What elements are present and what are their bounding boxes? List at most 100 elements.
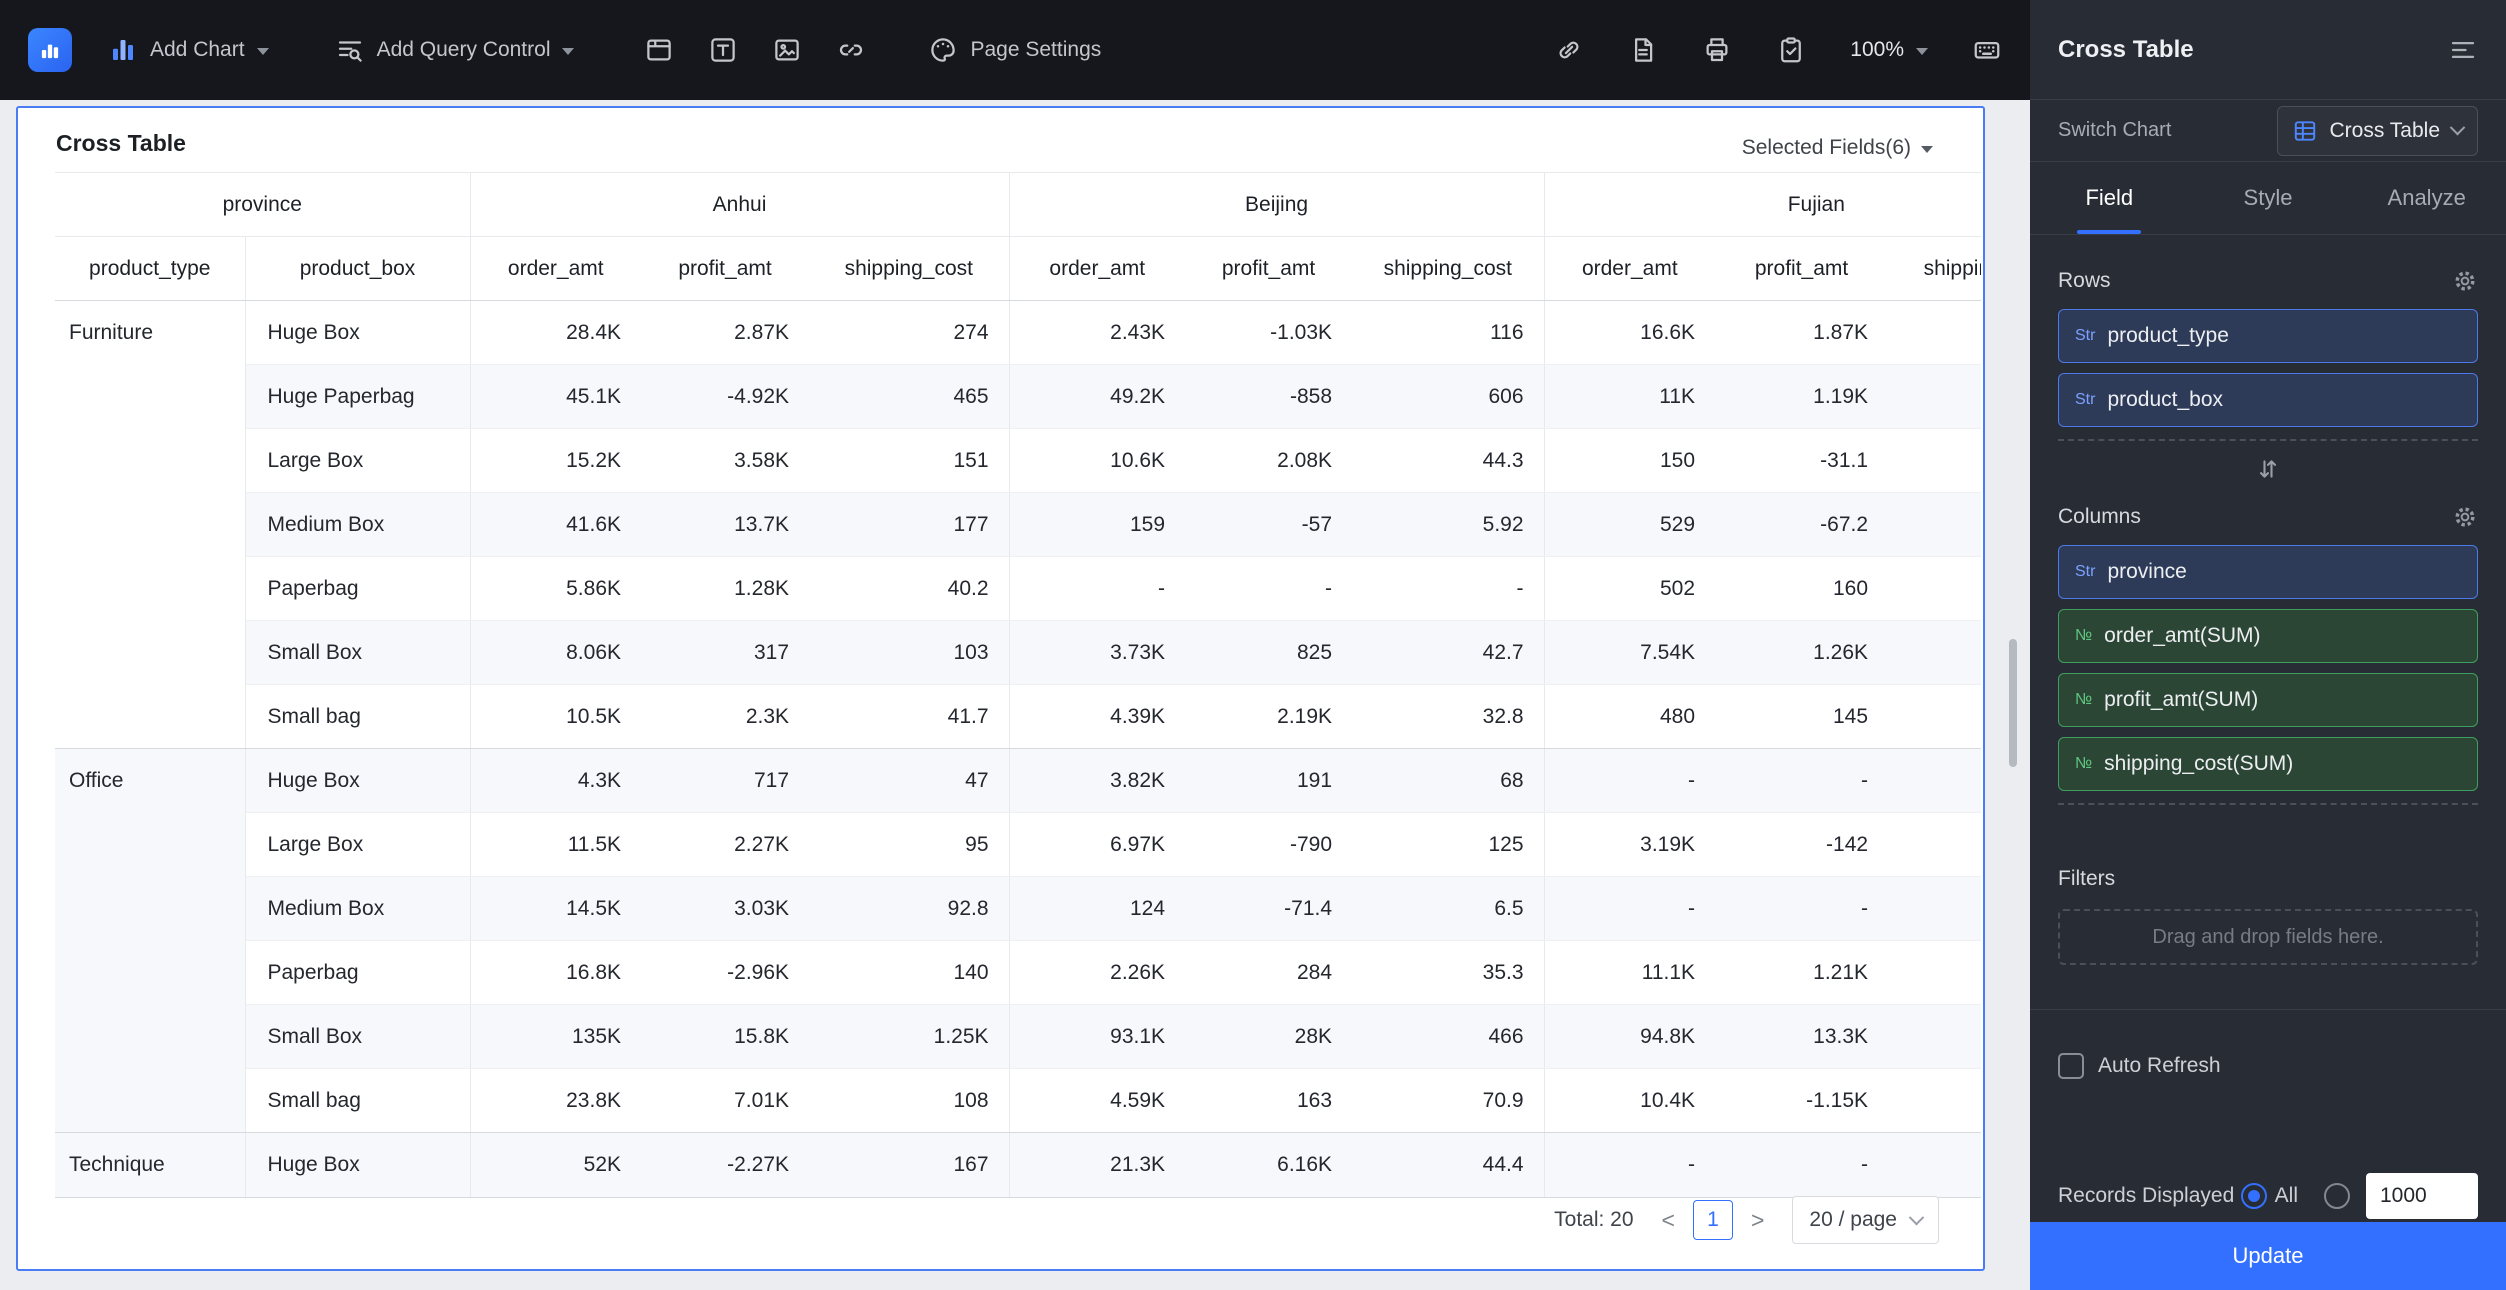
gear-icon[interactable] bbox=[2452, 268, 2478, 294]
data-cell: 150 bbox=[1544, 428, 1716, 493]
data-cell: 41.6K bbox=[470, 492, 642, 557]
caret-down-icon bbox=[256, 48, 269, 55]
records-all-radio[interactable] bbox=[2240, 1183, 2267, 1209]
add-query-control-button[interactable]: Add Query Control bbox=[335, 35, 575, 65]
data-cell: 529 bbox=[1544, 492, 1716, 557]
tab-field[interactable]: Field bbox=[2030, 162, 2189, 234]
pagination-next[interactable]: > bbox=[1751, 1207, 1764, 1234]
panel-title: Cross Table bbox=[2058, 35, 2194, 63]
cell-product-box: Paperbag bbox=[245, 556, 471, 621]
data-cell: 68 bbox=[1352, 748, 1545, 813]
data-cell: 6.97K bbox=[1009, 812, 1186, 877]
frame-widget-icon[interactable] bbox=[644, 35, 674, 65]
rows-drop-slot[interactable] bbox=[2058, 439, 2478, 441]
data-cell: 159 bbox=[1009, 492, 1186, 557]
document-icon[interactable] bbox=[1628, 35, 1658, 65]
data-cell: -790 bbox=[1185, 812, 1353, 877]
data-cell bbox=[1888, 620, 1981, 685]
data-cell bbox=[1888, 300, 1981, 365]
update-button[interactable]: Update bbox=[2030, 1222, 2506, 1290]
data-cell: 1.87K bbox=[1715, 300, 1889, 365]
data-cell: 103 bbox=[809, 620, 1010, 685]
data-cell: 6.5 bbox=[1352, 876, 1545, 941]
image-widget-icon[interactable] bbox=[772, 35, 802, 65]
field-type-tag: Str bbox=[2075, 391, 2096, 408]
add-chart-button[interactable]: Add Chart bbox=[108, 35, 269, 65]
field-chip-shipping_cost(SUM)[interactable]: № shipping_cost(SUM) bbox=[2058, 737, 2478, 791]
data-cell: 167 bbox=[809, 1132, 1010, 1198]
top-toolbar: Add Chart Add Query Control Page Setting… bbox=[0, 0, 2030, 100]
pagination-current-page[interactable]: 1 bbox=[1692, 1200, 1733, 1240]
data-cell: 70.9 bbox=[1352, 1068, 1545, 1133]
chart-card-cross-table[interactable]: Cross Table Selected Fields(6) province A… bbox=[16, 106, 1985, 1271]
auto-refresh-row: Auto Refresh bbox=[2030, 1036, 2506, 1096]
table-row: Medium Box 41.6K 13.7K 177 159 -57 5.92 529 -67.… bbox=[55, 492, 1981, 557]
table-row: Small bag 10.5K 2.3K 41.7 4.39K 2.19K 32.8 480 1… bbox=[55, 684, 1981, 749]
panel-divider bbox=[2030, 1009, 2506, 1010]
data-cell: - bbox=[1715, 1132, 1889, 1198]
data-cell: 94.8K bbox=[1544, 1004, 1716, 1069]
field-chip-profit_amt(SUM)[interactable]: № profit_amt(SUM) bbox=[2058, 673, 2478, 727]
measure-header: profit_amt bbox=[1185, 236, 1353, 301]
data-cell: 163 bbox=[1185, 1068, 1353, 1133]
approve-icon[interactable] bbox=[1776, 35, 1806, 65]
records-custom-radio[interactable] bbox=[2324, 1183, 2350, 1209]
data-cell: - bbox=[1544, 748, 1716, 813]
selected-fields-dropdown[interactable]: Selected Fields(6) bbox=[1742, 136, 1933, 160]
table-pagination: Total: 20 < 1 > 20 / page bbox=[1554, 1194, 1939, 1246]
print-icon[interactable] bbox=[1702, 35, 1732, 65]
panel-menu-icon[interactable] bbox=[2448, 35, 2478, 65]
auto-refresh-checkbox[interactable] bbox=[2058, 1053, 2084, 1079]
vertical-scrollbar[interactable] bbox=[2009, 639, 2017, 767]
data-cell: 2.27K bbox=[641, 812, 810, 877]
columns-drop-slot[interactable] bbox=[2058, 803, 2478, 805]
gear-icon[interactable] bbox=[2452, 504, 2478, 530]
data-cell: 95 bbox=[809, 812, 1010, 877]
data-cell: 124 bbox=[1009, 876, 1186, 941]
columns-section-head: Columns bbox=[2030, 489, 2506, 545]
data-cell: 6.16K bbox=[1185, 1132, 1353, 1198]
data-cell: 145 bbox=[1715, 684, 1889, 749]
text-widget-icon[interactable] bbox=[708, 35, 738, 65]
data-cell: 274 bbox=[809, 300, 1010, 365]
data-cell: 10.4K bbox=[1544, 1068, 1716, 1133]
field-chip-province[interactable]: Str province bbox=[2058, 545, 2478, 599]
data-cell: -67.2 bbox=[1715, 492, 1889, 557]
share-link-icon[interactable] bbox=[1554, 35, 1584, 65]
dashboard-canvas: Cross Table Selected Fields(6) province A… bbox=[0, 100, 2030, 1290]
embed-widget-icon[interactable] bbox=[836, 35, 866, 65]
data-cell: 35.3 bbox=[1352, 940, 1545, 1005]
page-settings-button[interactable]: Page Settings bbox=[928, 35, 1101, 65]
keyboard-icon[interactable] bbox=[1972, 35, 2002, 65]
filters-drop-area[interactable]: Drag and drop fields here. bbox=[2058, 909, 2478, 965]
records-count-input[interactable] bbox=[2366, 1173, 2478, 1219]
data-cell: -31.1 bbox=[1715, 428, 1889, 493]
field-type-tag: № bbox=[2075, 755, 2093, 772]
data-cell: 465 bbox=[809, 364, 1010, 429]
app-logo[interactable] bbox=[28, 28, 72, 72]
swap-rows-columns-icon[interactable] bbox=[2254, 455, 2282, 483]
add-query-control-label: Add Query Control bbox=[376, 38, 551, 61]
columns-section-label: Columns bbox=[2058, 505, 2141, 528]
field-chip-product_box[interactable]: Str product_box bbox=[2058, 373, 2478, 427]
field-chip-product_type[interactable]: Str product_type bbox=[2058, 309, 2478, 363]
zoom-control[interactable]: 100% bbox=[1850, 38, 1928, 62]
data-cell bbox=[1888, 364, 1981, 429]
switch-chart-select[interactable]: Cross Table bbox=[2276, 105, 2478, 156]
tab-analyze[interactable]: Analyze bbox=[2347, 162, 2506, 234]
data-cell: -71.4 bbox=[1185, 876, 1353, 941]
data-cell: 140 bbox=[809, 940, 1010, 1005]
page-size-select[interactable]: 20 / page bbox=[1792, 1196, 1939, 1244]
data-cell: 44.4 bbox=[1352, 1132, 1545, 1198]
data-cell bbox=[1888, 748, 1981, 813]
pagination-prev[interactable]: < bbox=[1662, 1207, 1675, 1234]
cross-table: province Anhui Beijing Fujian product_type pr… bbox=[55, 172, 1981, 1198]
field-chip-order_amt(SUM)[interactable]: № order_amt(SUM) bbox=[2058, 609, 2478, 663]
panel-tabs: Field Style Analyze bbox=[2030, 162, 2506, 235]
measure-header: order_amt bbox=[470, 236, 642, 301]
tab-style[interactable]: Style bbox=[2189, 162, 2348, 234]
data-cell: - bbox=[1544, 876, 1716, 941]
data-cell: 41.7 bbox=[809, 684, 1010, 749]
data-cell: -57 bbox=[1185, 492, 1353, 557]
data-cell bbox=[1888, 684, 1981, 749]
